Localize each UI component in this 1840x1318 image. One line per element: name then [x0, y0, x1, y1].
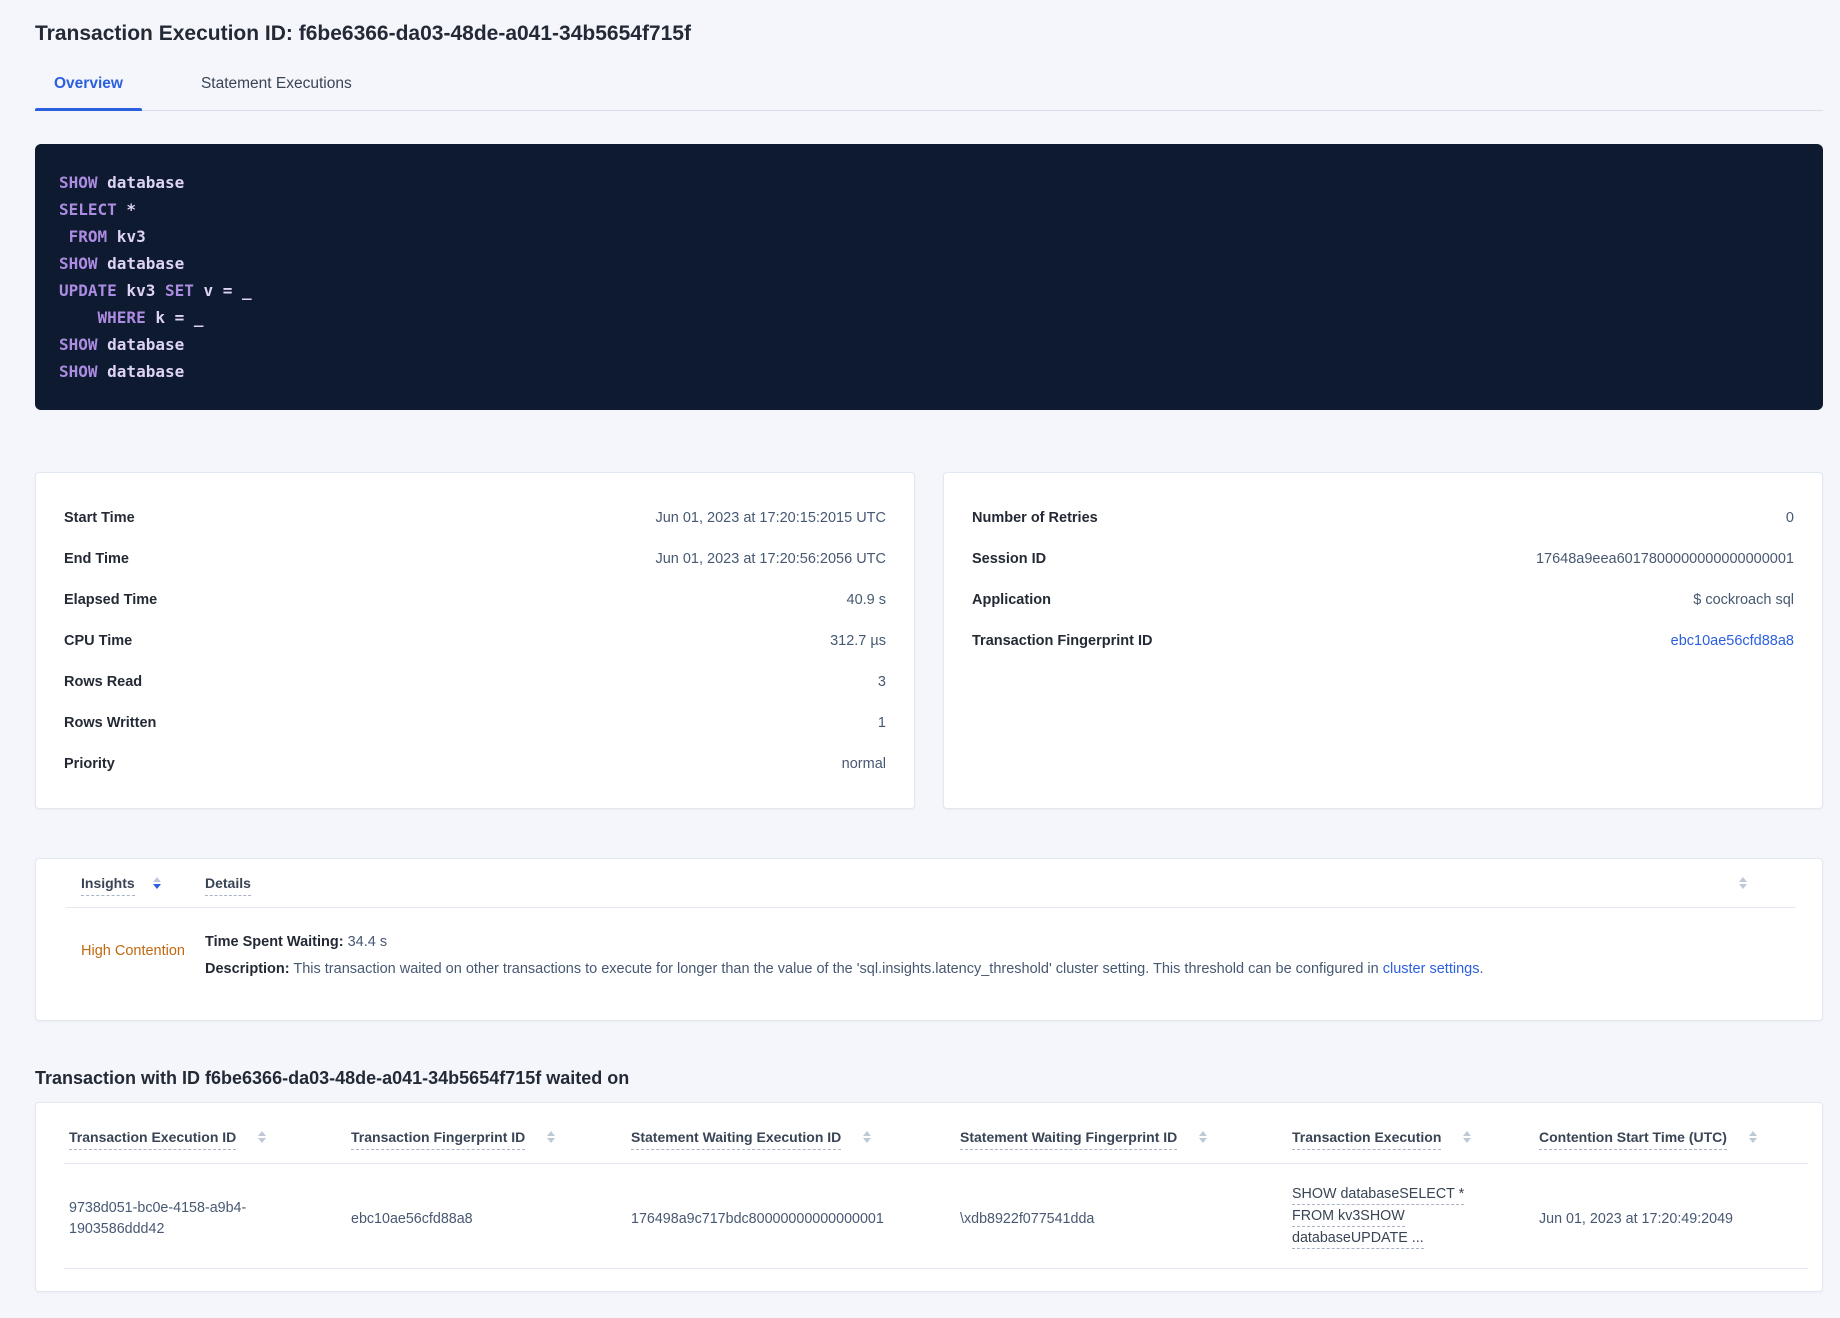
sort-icon[interactable] [1739, 877, 1747, 889]
execution-details-card: Start Time Jun 01, 2023 at 17:20:15:2015 … [35, 472, 915, 809]
insights-card: Insights Details High Contention Time Sp… [35, 858, 1823, 1021]
insights-table-header: Insights Details [36, 859, 1822, 896]
page-title: Transaction Execution ID: f6be6366-da03-… [35, 22, 691, 45]
column-header-label: Transaction Execution [1292, 1129, 1442, 1150]
insights-column-header[interactable]: Insights [81, 875, 205, 896]
metric-row: Elapsed Time 40.9 s [64, 579, 886, 620]
metric-label: Rows Written [64, 714, 157, 731]
waited-on-table-card: Transaction Execution ID Transaction Fing… [35, 1102, 1823, 1292]
metric-row: Start Time Jun 01, 2023 at 17:20:15:2015 … [64, 497, 886, 538]
cell-statement-waiting-fingerprint-id: \xdb8922f077541dda [960, 1211, 1095, 1227]
sql-line: SHOW database [59, 173, 185, 192]
metric-value: 3 [877, 673, 886, 690]
waited-on-heading: Transaction with ID f6be6366-da03-48de-a… [35, 1068, 630, 1088]
sql-code: SHOW database SELECT * FROM kv3 SHOW datab… [59, 169, 1799, 385]
sort-icon [1463, 1131, 1472, 1143]
cell-contention-start-time: Jun 01, 2023 at 17:20:49:2049 [1539, 1211, 1733, 1227]
metric-label: Start Time [64, 509, 135, 526]
metric-value: $ cockroach sql [1693, 591, 1794, 608]
waited-table-header-row: Transaction Execution ID Transaction Fing… [36, 1103, 1822, 1150]
sql-line: SHOW database [59, 254, 185, 273]
execution-meta-card: Number of Retries 0 Session ID 17648a9eea60… [943, 472, 1823, 809]
metric-row: Priority normal [64, 743, 886, 784]
column-header-statement-waiting-execution-id[interactable]: Statement Waiting Execution ID [631, 1129, 960, 1150]
cell-transaction-execution-id: 9738d051-bc0e-4158-a9b4-1903586ddd42 [69, 1200, 247, 1237]
tab-statement-executions[interactable]: Statement Executions [182, 66, 371, 110]
insights-column-label: Insights [81, 875, 135, 896]
details-column-label: Details [205, 875, 251, 896]
sql-line: WHERE k = _ [97, 308, 204, 327]
column-header-label: Transaction Execution ID [69, 1129, 237, 1150]
metric-row: Application $ cockroach sql [972, 579, 1794, 620]
cell-transaction-execution-link[interactable]: SHOW databaseSELECT * FROM kv3SHOW datab… [1292, 1186, 1539, 1252]
column-header-transaction-execution[interactable]: Transaction Execution [1292, 1129, 1539, 1150]
metric-value: Jun 01, 2023 at 17:20:56:2056 UTC [655, 550, 886, 567]
column-header-label: Transaction Fingerprint ID [351, 1129, 526, 1150]
column-header-transaction-execution-id[interactable]: Transaction Execution ID [69, 1129, 351, 1150]
time-spent-waiting: Time Spent Waiting: 34.4 s [205, 934, 388, 950]
insight-description: Description: This transaction waited on … [205, 961, 1484, 977]
metric-row: End Time Jun 01, 2023 at 17:20:56:2056 UT… [64, 538, 886, 579]
metric-value: 40.9 s [846, 591, 887, 608]
metric-row: Transaction Fingerprint ID ebc10ae56cfd88… [972, 620, 1794, 661]
column-header-label: Statement Waiting Execution ID [631, 1129, 842, 1150]
sort-icon [1748, 1131, 1757, 1143]
metric-label: CPU Time [64, 632, 133, 649]
metric-row: Number of Retries 0 [972, 497, 1794, 538]
transaction-details-page: Transaction Execution ID: f6be6366-da03-… [0, 0, 1840, 1292]
tab-overview[interactable]: Overview [35, 66, 142, 111]
sql-line: SELECT * [59, 200, 137, 219]
metric-row: Session ID 17648a9eea60178000000000000000… [972, 538, 1794, 579]
cell-statement-waiting-execution-id: 176498a9c717bdc80000000000000001 [631, 1211, 884, 1227]
metric-label: Elapsed Time [64, 591, 158, 608]
metric-label: Session ID [972, 550, 1047, 567]
sql-line: FROM kv3 [68, 227, 146, 246]
sql-statements-box: SHOW database SELECT * FROM kv3 SHOW datab… [35, 144, 1823, 410]
summary-cards-row: Start Time Jun 01, 2023 at 17:20:15:2015 … [35, 472, 1823, 809]
metric-label: End Time [64, 550, 129, 567]
metric-label: Transaction Fingerprint ID [972, 632, 1153, 649]
metric-value: 17648a9eea6017800000000000000001 [1535, 550, 1794, 567]
metric-label: Application [972, 591, 1051, 608]
column-header-label: Statement Waiting Fingerprint ID [960, 1129, 1178, 1150]
metric-value: 1 [877, 714, 886, 731]
sort-icon [863, 1131, 872, 1143]
metric-label: Priority [64, 755, 115, 772]
insight-row: High Contention Time Spent Waiting: 34.4… [36, 908, 1822, 1006]
metric-label: Number of Retries [972, 509, 1098, 526]
metric-value: Jun 01, 2023 at 17:20:15:2015 UTC [655, 509, 886, 526]
waited-table-row: 9738d051-bc0e-4158-a9b4-1903586ddd42 ebc… [36, 1164, 1822, 1252]
insight-type-badge: High Contention [81, 943, 185, 959]
column-header-transaction-fingerprint-id[interactable]: Transaction Fingerprint ID [351, 1129, 631, 1150]
sort-icon [547, 1131, 556, 1143]
sql-line: SHOW database [59, 362, 185, 381]
metric-value: 312.7 µs [830, 632, 886, 649]
sort-icon [258, 1131, 267, 1143]
column-header-label: Contention Start Time (UTC) [1539, 1129, 1727, 1150]
cluster-settings-link[interactable]: cluster settings [1383, 961, 1480, 977]
metric-row: CPU Time 312.7 µs [64, 620, 886, 661]
column-header-statement-waiting-fingerprint-id[interactable]: Statement Waiting Fingerprint ID [960, 1129, 1292, 1150]
sql-line: UPDATE kv3 SET v = _ [59, 281, 252, 300]
cell-transaction-fingerprint-id: ebc10ae56cfd88a8 [351, 1211, 473, 1227]
metric-value: 0 [1785, 509, 1794, 526]
metric-value: normal [841, 755, 886, 772]
tab-bar: Overview Statement Executions [35, 66, 1823, 111]
insight-details-cell: Time Spent Waiting: 34.4 s Description: … [205, 922, 1796, 980]
details-column-header[interactable]: Details [205, 875, 251, 896]
metric-label: Rows Read [64, 673, 143, 690]
column-header-contention-start-time-utc-[interactable]: Contention Start Time (UTC) [1539, 1129, 1811, 1150]
sql-line: SHOW database [59, 335, 185, 354]
metric-row: Rows Read 3 [64, 661, 886, 702]
metric-row: Rows Written 1 [64, 702, 886, 743]
sort-icon [1199, 1131, 1208, 1143]
divider [64, 1268, 1808, 1269]
metric-value-link[interactable]: ebc10ae56cfd88a8 [1671, 633, 1794, 649]
sort-icon [152, 877, 161, 889]
